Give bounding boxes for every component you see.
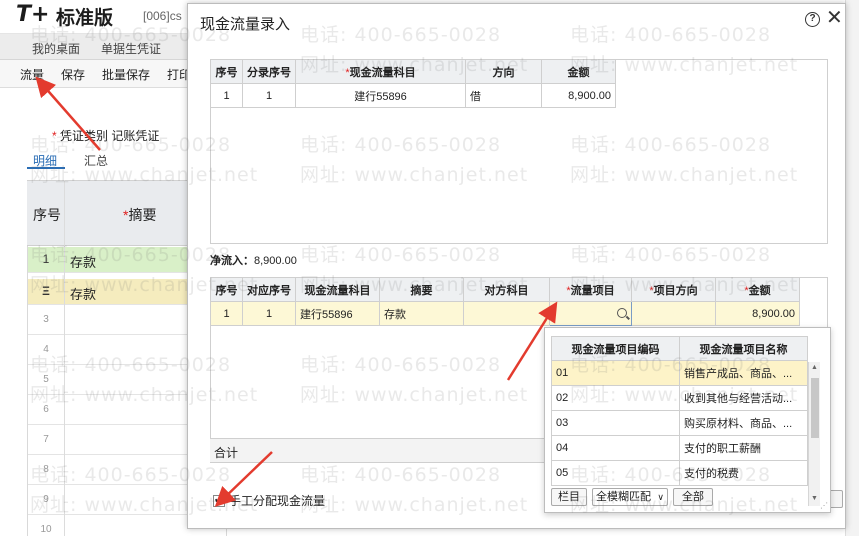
dialog-title: 现金流量录入 <box>200 16 291 33</box>
app-edition: 标准版 <box>56 7 114 29</box>
tab-summary[interactable]: 汇总 <box>84 152 108 169</box>
list-item[interactable]: 02 收到其他与经营活动... <box>551 385 808 411</box>
cashflow-entry-table: 序号 分录序号 *现金流量科目 方向 金额 1 1 建行55896 借 8,90… <box>210 59 828 244</box>
net-inflow: 净流入：8,900.00 <box>210 255 297 267</box>
checkbox-checked-icon[interactable] <box>213 493 225 507</box>
close-icon[interactable]: ✕ <box>826 7 843 29</box>
voucher-type-value[interactable]: 记账凭证 <box>111 129 159 143</box>
cashflow-item-dropdown: 现金流量项目编码 现金流量项目名称 01 销售产成品、商品、... 02 收到其他与… <box>544 327 831 513</box>
net-inflow-value: 8,900.00 <box>254 255 297 267</box>
col-header: 分录序号 <box>242 59 296 84</box>
cell[interactable]: 建行55896 <box>295 301 380 326</box>
col-header: *金额 <box>715 277 800 302</box>
match-mode-select[interactable]: 全模糊匹配 ∨ <box>592 488 668 506</box>
cell: 1 <box>242 301 296 326</box>
scroll-up-icon[interactable]: ▲ <box>811 364 818 371</box>
dropdown-scrollbar[interactable]: ▲ ▼ <box>808 362 820 506</box>
list-item[interactable]: 04 支付的职工薪酬 <box>551 435 808 461</box>
resize-grip-icon[interactable]: ⋰ <box>820 501 828 510</box>
total-label: 合计 <box>214 446 239 460</box>
table-header-row: 序号 分录序号 *现金流量科目 方向 金额 <box>210 59 616 84</box>
cell[interactable]: 建行55896 <box>295 83 466 108</box>
table-header-row: 现金流量项目编码 现金流量项目名称 <box>551 336 808 361</box>
voucher-type-label: 凭证类别 <box>60 129 109 143</box>
search-icon[interactable] <box>617 308 627 318</box>
col-header: 摘要 <box>379 277 464 302</box>
cell[interactable]: 8,900.00 <box>715 301 800 326</box>
col-header: 方向 <box>465 59 542 84</box>
table-row[interactable]: 1 1 建行55896 借 8,900.00 <box>210 83 616 108</box>
save-button[interactable]: 保存 <box>61 66 85 83</box>
batch-save-button[interactable]: 批量保存 <box>102 66 150 83</box>
grid-header-summary: *摘要 <box>123 207 157 223</box>
grid-header-seq: 序号 <box>33 207 61 223</box>
manual-allocation-checkbox[interactable]: 手工分配现金流量 <box>213 492 325 509</box>
right-scroll-strip <box>845 0 859 536</box>
cell: 1 <box>210 301 243 326</box>
columns-button[interactable]: 栏目 <box>551 488 587 506</box>
account-name: [006]cs <box>143 9 182 23</box>
app-logo: T+ <box>16 2 50 27</box>
grid-column-divider <box>64 180 65 536</box>
col-header: 序号 <box>210 277 243 302</box>
cell[interactable]: 存款 <box>379 301 464 326</box>
cashflow-button[interactable]: 流量 <box>20 66 44 83</box>
cell: 1 <box>242 83 296 108</box>
col-header: 对方科目 <box>463 277 550 302</box>
cell[interactable] <box>631 301 716 326</box>
chevron-down-icon: ∨ <box>657 492 664 502</box>
all-button[interactable]: 全部 <box>673 488 713 506</box>
col-header: 序号 <box>210 59 243 84</box>
tab-my-desktop[interactable]: 我的桌面 <box>32 40 80 57</box>
list-item[interactable]: 05 支付的税费 <box>551 460 808 486</box>
col-header: *现金流量科目 <box>295 59 466 84</box>
dropdown-footer: 栏目 全模糊匹配 ∨ 全部 <box>551 488 827 510</box>
col-header: *流量项目 <box>549 277 632 302</box>
cell: 1 <box>210 83 243 108</box>
cell[interactable] <box>463 301 550 326</box>
total-row: 合计 <box>210 438 550 462</box>
scroll-thumb[interactable] <box>811 378 819 438</box>
col-header: 现金流量项目编码 <box>551 336 680 361</box>
col-header: *项目方向 <box>631 277 716 302</box>
tab-detail-underline <box>27 167 65 169</box>
tab-doc-voucher[interactable]: 单据生凭证 <box>101 40 161 57</box>
help-icon[interactable]: ? <box>805 12 820 27</box>
table-row[interactable]: 1 1 建行55896 存款 8,900.00 <box>210 301 800 326</box>
cell[interactable]: 8,900.00 <box>541 83 616 108</box>
table-header-row: 序号 对应序号 现金流量科目 摘要 对方科目 *流量项目 *项目方向 *金额 <box>210 277 800 302</box>
voucher-type: * 凭证类别 记账凭证 <box>52 129 160 143</box>
col-header: 现金流量项目名称 <box>679 336 808 361</box>
cashflow-item-input[interactable] <box>549 301 632 326</box>
col-header: 金额 <box>541 59 616 84</box>
list-item[interactable]: 01 销售产成品、商品、... <box>551 360 808 386</box>
col-header: 现金流量科目 <box>295 277 380 302</box>
cell[interactable]: 借 <box>465 83 542 108</box>
col-header: 对应序号 <box>242 277 296 302</box>
list-item[interactable]: 03 购买原材料、商品、... <box>551 410 808 436</box>
